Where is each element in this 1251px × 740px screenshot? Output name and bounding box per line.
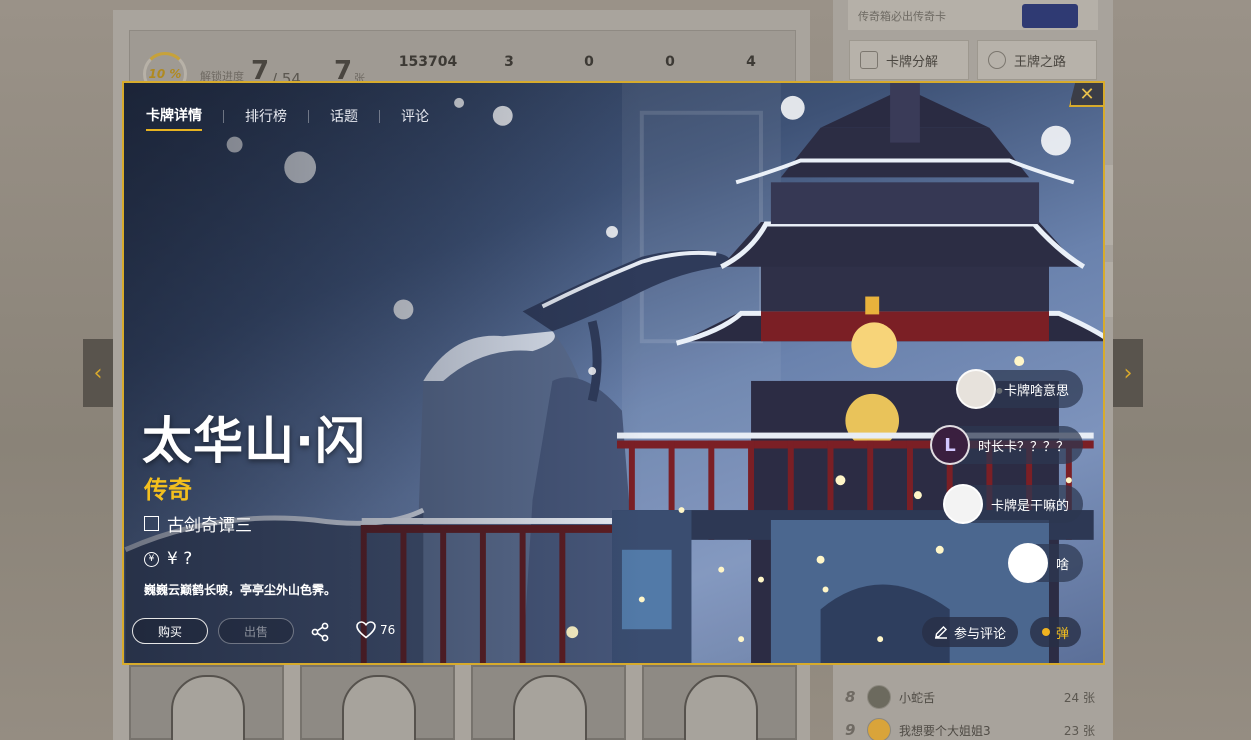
card-thumbnail[interactable]	[129, 665, 284, 740]
tab-card-detail[interactable]: 卡牌详情	[146, 105, 202, 131]
chevron-left-icon: ‹	[93, 360, 103, 386]
like-button[interactable]: 76	[356, 621, 395, 639]
edit-icon	[935, 626, 947, 639]
stat-value: 0	[665, 54, 675, 70]
card-detail-modal: 卡牌详情 排行榜 话题 评论 ✕ 太华山·闪 传奇 古剑奇谭三 ¥ ¥ ? 巍巍…	[122, 81, 1105, 665]
bookmark-icon	[144, 516, 159, 531]
heart-icon	[356, 621, 376, 639]
prev-card-arrow[interactable]: ‹	[83, 339, 113, 407]
card-title: 太华山·闪	[142, 412, 366, 470]
ranking-row[interactable]: 9 我想要个大姐姐3 23 张	[845, 716, 1095, 740]
card-icon	[860, 51, 878, 69]
text-backdrop	[124, 83, 644, 663]
danmu-comment: L 时长卡？？？？	[929, 425, 1083, 465]
toggle-dot-icon	[1042, 628, 1050, 636]
tab-divider	[223, 109, 224, 123]
tab-divider	[379, 109, 380, 123]
danmu-comment: 卡牌是干嘛的	[942, 484, 1083, 524]
danmu-toggle[interactable]: 弹	[1030, 617, 1082, 647]
close-icon: ✕	[1079, 83, 1095, 105]
avatar	[867, 685, 891, 709]
buy-button[interactable]: 购买	[132, 618, 208, 644]
tab-leaderboard[interactable]: 排行榜	[245, 106, 287, 130]
danmu-comment: 卡牌啥意思	[955, 369, 1083, 409]
card-decompose-button[interactable]: 卡牌分解	[849, 40, 969, 80]
card-price: ¥ ¥ ?	[144, 549, 192, 569]
like-count: 76	[380, 623, 396, 637]
stat-value: 3	[504, 54, 514, 70]
tab-comments[interactable]: 评论	[401, 106, 429, 130]
card-series: 古剑奇谭三	[144, 511, 252, 536]
side-banner[interactable]: 传奇箱必出传奇卡	[848, 0, 1098, 30]
avatar: L	[929, 425, 970, 465]
stat-value: 4	[746, 54, 756, 70]
card-description: 巍巍云巅鹤长唳，亭亭尘外山色霁。	[144, 583, 337, 597]
card-thumbnail[interactable]	[642, 665, 797, 740]
yen-icon: ¥	[144, 551, 159, 567]
sell-button[interactable]: 出售	[218, 618, 294, 644]
stat-value: 0	[584, 54, 594, 70]
chevron-right-icon: ›	[1123, 360, 1133, 386]
avatar	[1007, 543, 1048, 583]
card-thumbnail[interactable]	[471, 665, 626, 740]
card-rarity: 传奇	[144, 476, 192, 504]
ranking-row[interactable]: 8 小蛇舌 24 张	[845, 683, 1095, 711]
next-card-arrow[interactable]: ›	[1113, 339, 1143, 407]
tab-topics[interactable]: 话题	[330, 106, 358, 130]
share-icon[interactable]	[310, 622, 330, 642]
ace-road-button[interactable]: 王牌之路	[977, 40, 1097, 80]
avatar	[942, 484, 983, 524]
add-comment-button[interactable]: 参与评论	[922, 617, 1019, 647]
refresh-icon	[988, 51, 1006, 69]
tab-divider	[308, 109, 309, 123]
stat-value: 153704	[398, 54, 458, 70]
treasure-chest-icon	[1022, 4, 1078, 28]
card-thumbnail[interactable]	[300, 665, 455, 740]
modal-tabs: 卡牌详情 排行榜 话题 评论	[146, 105, 429, 131]
danmu-comment: 啥	[1007, 543, 1083, 583]
avatar	[867, 718, 891, 740]
avatar	[955, 369, 996, 409]
